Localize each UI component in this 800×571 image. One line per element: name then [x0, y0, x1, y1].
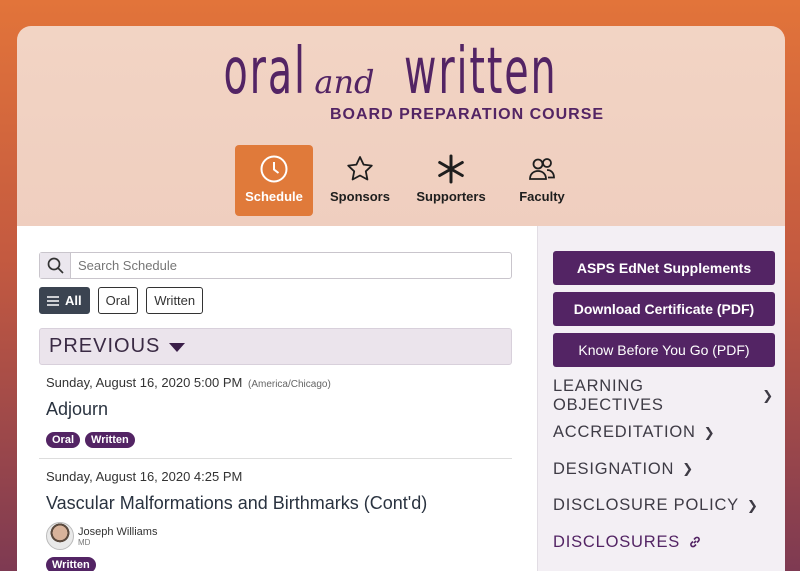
search-icon — [47, 257, 64, 274]
link-label: DESIGNATION — [553, 459, 675, 478]
link-accreditation[interactable]: ACCREDITATION ❯ — [553, 415, 774, 452]
people-icon — [529, 158, 555, 180]
filter-oral-label: Oral — [105, 293, 131, 308]
header: oral and written BOARD PREPARATION COURS… — [17, 26, 785, 226]
chevron-right-icon: ❯ — [746, 497, 759, 513]
link-label: LEARNING OBJECTIVES — [553, 377, 664, 415]
search-button[interactable] — [40, 253, 71, 278]
course-logo: oral and written BOARD PREPARATION COURS… — [17, 40, 785, 124]
session-time: Sunday, August 16, 2020 5:00 PM (America… — [46, 375, 505, 390]
session-time: Sunday, August 16, 2020 4:25 PM — [46, 469, 505, 484]
tag-written: Written — [85, 432, 135, 448]
asterisk-icon — [438, 154, 464, 184]
link-learning-objectives[interactable]: LEARNING OBJECTIVES ❯ — [553, 377, 774, 415]
search-input[interactable] — [71, 253, 511, 278]
nav-faculty[interactable]: Faculty — [503, 145, 581, 216]
filter-all[interactable]: All — [39, 287, 90, 314]
session-item[interactable]: Sunday, August 16, 2020 4:25 PM Vascular… — [39, 458, 512, 571]
sidebar: ASPS EdNet Supplements Download Certific… — [537, 226, 785, 571]
chevron-right-icon: ❯ — [703, 424, 716, 440]
tag-oral: Oral — [46, 432, 81, 448]
speaker-credential: MD — [78, 537, 91, 547]
logo-word-written: written — [403, 35, 558, 109]
filter-written-label: Written — [154, 293, 196, 308]
link-icon — [690, 536, 700, 548]
link-label: DISCLOSURE POLICY — [553, 496, 739, 515]
ednet-supplements-button[interactable]: ASPS EdNet Supplements — [553, 251, 775, 285]
menu-icon — [47, 295, 59, 306]
filter-all-label: All — [65, 293, 82, 308]
filter-written[interactable]: Written — [146, 287, 204, 314]
nav-supporters[interactable]: Supporters — [407, 145, 495, 216]
schedule-panel: All Oral Written PREVIOUS Sunday, August… — [17, 226, 537, 571]
nav-schedule[interactable]: Schedule — [235, 145, 313, 216]
logo-word-and: and — [314, 63, 375, 101]
session-speaker[interactable]: Joseph Williams MD — [46, 522, 505, 550]
chevron-right-icon: ❯ — [682, 461, 694, 477]
nav-sponsors-label: Sponsors — [330, 189, 390, 204]
logo-word-oral: oral — [223, 35, 307, 109]
tag-written: Written — [46, 557, 96, 571]
session-datetime: Sunday, August 16, 2020 4:25 PM — [46, 469, 243, 484]
nav-supporters-label: Supporters — [416, 189, 486, 204]
search-bar — [39, 252, 512, 279]
app-card: oral and written BOARD PREPARATION COURS… — [17, 26, 785, 571]
session-tags: Oral Written — [46, 432, 505, 448]
session-datetime: Sunday, August 16, 2020 5:00 PM — [46, 375, 243, 390]
link-disclosure-policy[interactable]: DISCLOSURE POLICY ❯ — [553, 488, 774, 525]
link-designation[interactable]: DESIGNATION ❯ — [553, 451, 774, 488]
avatar — [46, 522, 74, 550]
link-label: ACCREDITATION — [553, 423, 696, 442]
nav-schedule-label: Schedule — [245, 189, 303, 204]
clock-icon — [260, 155, 288, 183]
filter-bar: All Oral Written — [39, 287, 537, 314]
session-timezone: (America/Chicago) — [247, 379, 331, 390]
section-title: PREVIOUS — [49, 335, 161, 357]
caret-down-icon — [169, 343, 186, 352]
download-certificate-button[interactable]: Download Certificate (PDF) — [553, 292, 775, 326]
filter-oral[interactable]: Oral — [97, 287, 139, 314]
nav-faculty-label: Faculty — [519, 189, 565, 204]
logo-subtitle: BOARD PREPARATION COURSE — [329, 106, 605, 123]
session-tags: Written — [46, 557, 505, 571]
session-item[interactable]: Sunday, August 16, 2020 5:00 PM (America… — [39, 365, 512, 448]
main-nav: Schedule Sponsors Supporters Faculty — [235, 145, 581, 216]
session-title[interactable]: Adjourn — [46, 399, 505, 420]
previous-section-toggle[interactable]: PREVIOUS — [39, 328, 512, 365]
session-title[interactable]: Vascular Malformations and Birthmarks (C… — [46, 493, 505, 514]
chevron-right-icon: ❯ — [762, 388, 774, 404]
link-disclosures[interactable]: DISCLOSURES — [553, 524, 774, 561]
star-icon — [347, 156, 373, 181]
speaker-name: Joseph Williams — [78, 525, 158, 538]
link-label: DISCLOSURES — [553, 532, 681, 551]
nav-sponsors[interactable]: Sponsors — [321, 145, 399, 216]
sidebar-links: LEARNING OBJECTIVES ❯ ACCREDITATION ❯ DE… — [553, 377, 774, 561]
know-before-you-go-button[interactable]: Know Before You Go (PDF) — [553, 333, 775, 367]
